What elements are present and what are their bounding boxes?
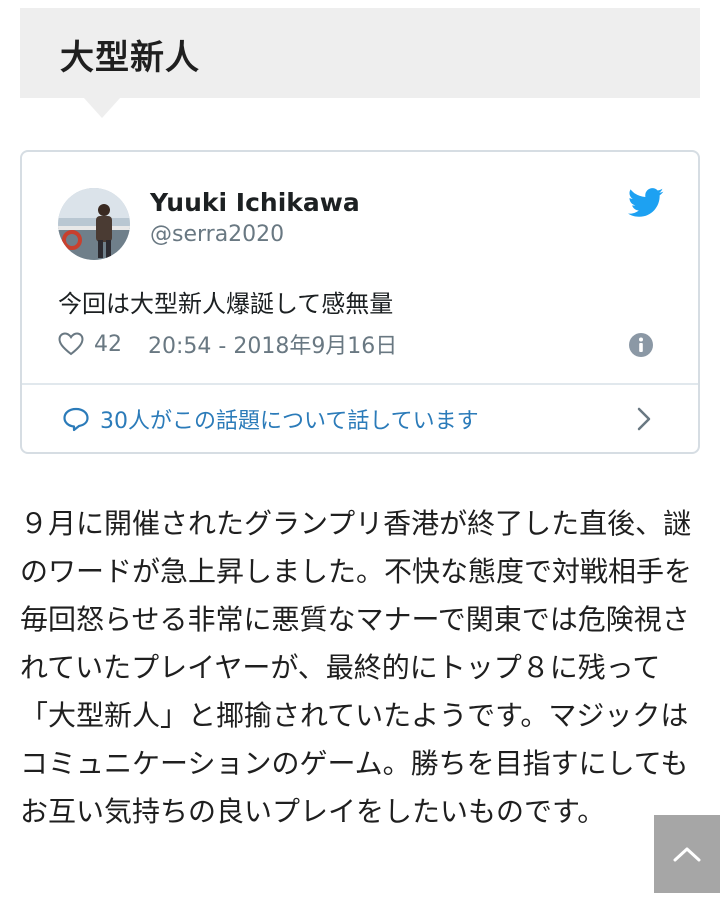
heart-icon[interactable]: [58, 332, 84, 356]
tweet-timestamp[interactable]: 20:54 - 2018年9月16日: [148, 328, 397, 360]
conversation-label[interactable]: 30人がこの話題について話しています: [100, 403, 479, 435]
chevron-up-icon: [673, 847, 701, 862]
tweet-user-handle[interactable]: @serra2020: [150, 222, 284, 247]
like-count[interactable]: 42: [94, 332, 122, 357]
speech-bubble-icon: [62, 406, 90, 432]
twitter-bird-icon[interactable]: [628, 188, 664, 218]
chevron-right-icon[interactable]: [636, 406, 652, 432]
scroll-to-top-button[interactable]: [654, 815, 720, 893]
tweet-text: 今回は大型新人爆誕して感無量: [58, 290, 394, 318]
article-body: ９月に開催されたグランプリ香港が終了した直後、謎のワードが急上昇しました。不快な…: [20, 507, 693, 828]
conversation-link[interactable]: 30人がこの話題について話しています: [62, 402, 479, 436]
tweet-meta: 42 20:54 - 2018年9月16日: [58, 328, 397, 360]
embedded-tweet[interactable]: Yuuki Ichikawa @serra2020 今回は大型新人爆誕して感無量…: [20, 150, 700, 454]
avatar[interactable]: [58, 188, 130, 260]
page-title: 大型新人: [60, 38, 200, 78]
info-icon[interactable]: [628, 332, 654, 358]
section-heading: 大型新人: [20, 8, 700, 98]
tweet-user-name[interactable]: Yuuki Ichikawa: [150, 188, 360, 217]
heading-pointer: [84, 98, 120, 118]
tweet-divider: [22, 383, 698, 385]
